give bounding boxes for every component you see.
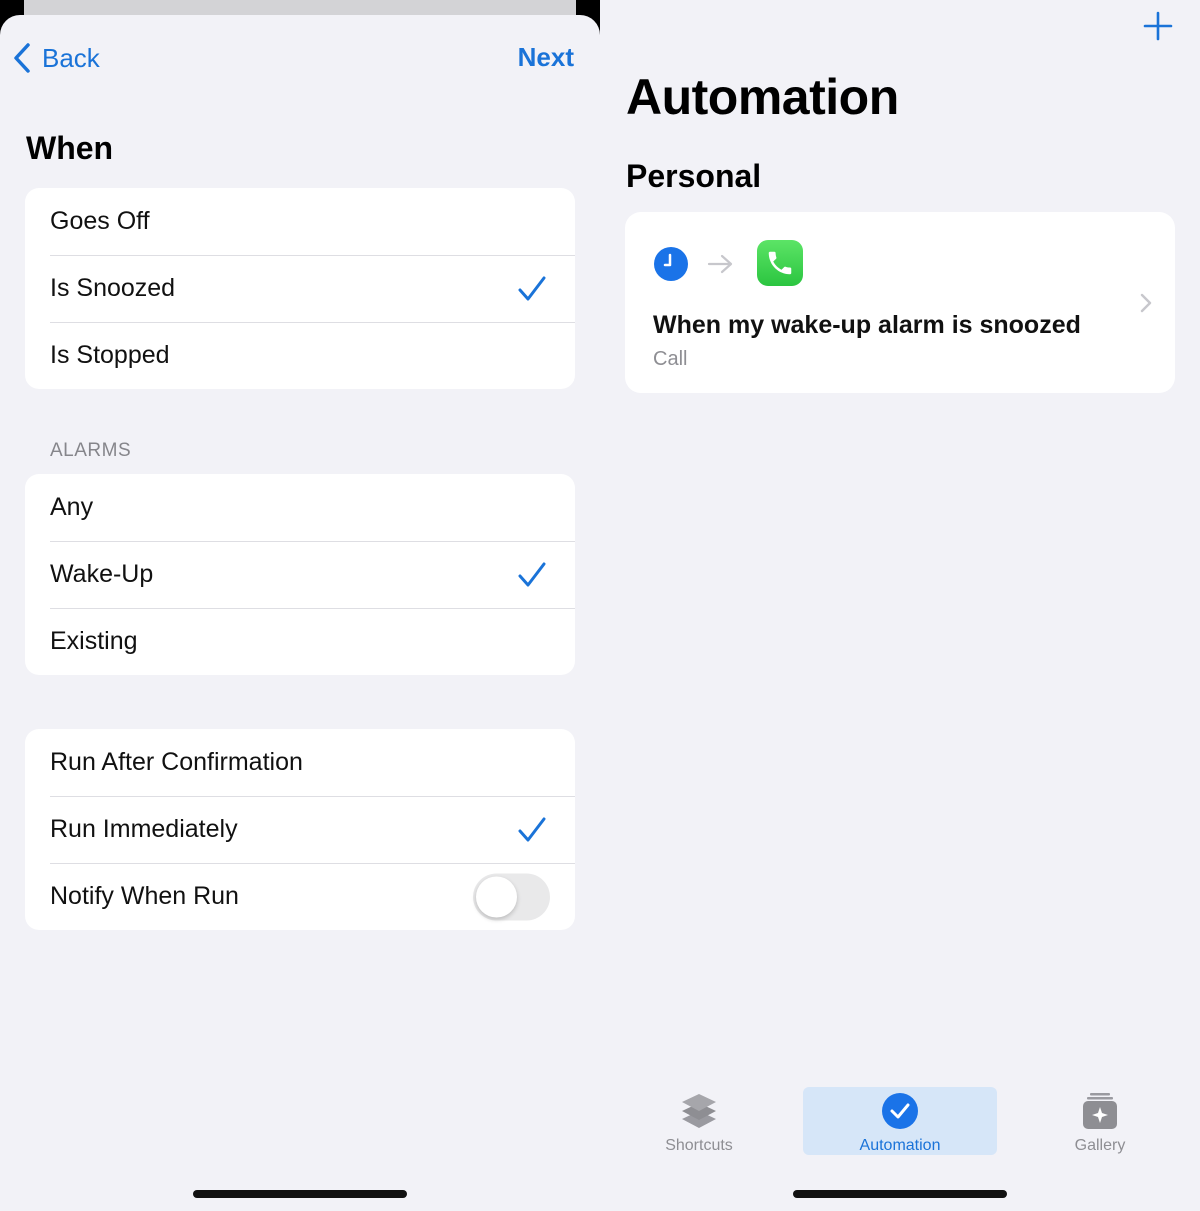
option-label: Existing	[50, 627, 138, 655]
tab-shortcuts[interactable]: Shortcuts	[602, 1087, 796, 1155]
tab-label: Shortcuts	[665, 1137, 733, 1154]
tab-label: Automation	[859, 1137, 941, 1154]
alarms-options-group: Any Wake-Up Existing	[25, 474, 575, 675]
option-any[interactable]: Any	[25, 474, 575, 541]
home-indicator	[793, 1190, 1007, 1198]
option-label: Is Snoozed	[50, 274, 176, 302]
option-run-immediately[interactable]: Run Immediately	[25, 796, 575, 863]
option-run-after-confirmation[interactable]: Run After Confirmation	[25, 729, 575, 796]
option-is-stopped[interactable]: Is Stopped	[25, 322, 575, 389]
personal-section-title: Personal	[626, 158, 762, 194]
option-label: Wake-Up	[50, 560, 154, 588]
option-existing[interactable]: Existing	[25, 608, 575, 675]
option-label: Run After Confirmation	[50, 748, 303, 776]
automation-card-title: When my wake-up alarm is snoozed	[653, 311, 1081, 339]
phone-icon	[757, 240, 803, 286]
back-button[interactable]: Back	[12, 40, 100, 76]
layers-icon	[682, 1094, 716, 1128]
checkmark-circle-icon	[882, 1093, 918, 1129]
option-label: Goes Off	[50, 207, 150, 235]
clock-icon	[654, 247, 688, 281]
tab-automation[interactable]: Automation	[803, 1087, 997, 1155]
automation-card-subtitle: Call	[653, 348, 688, 370]
option-wake-up[interactable]: Wake-Up	[25, 541, 575, 608]
option-goes-off[interactable]: Goes Off	[25, 188, 575, 255]
alarms-section-header: ALARMS	[50, 440, 132, 461]
option-label: Notify When Run	[50, 882, 239, 910]
gallery-icon	[1083, 1093, 1117, 1129]
home-indicator	[193, 1190, 407, 1198]
option-label: Any	[50, 493, 94, 521]
plus-icon[interactable]	[1142, 10, 1174, 42]
checkmark-icon	[518, 562, 546, 586]
automation-card[interactable]: When my wake-up alarm is snoozed Call	[625, 212, 1175, 393]
page-title: Automation	[626, 69, 899, 125]
chevron-left-icon	[14, 43, 30, 73]
toggle-knob	[476, 876, 517, 917]
tab-label: Gallery	[1074, 1137, 1126, 1154]
run-options-group: Run After Confirmation Run Immediately N…	[25, 729, 575, 930]
notify-when-run-toggle[interactable]	[473, 873, 550, 920]
when-section-title: When	[26, 130, 114, 166]
next-button[interactable]: Next	[518, 42, 574, 73]
option-label: Run Immediately	[50, 815, 238, 843]
back-label: Back	[42, 42, 100, 73]
when-options-group: Goes Off Is Snoozed Is Stopped	[25, 188, 575, 389]
notify-when-run-row: Notify When Run	[25, 863, 575, 930]
option-is-snoozed[interactable]: Is Snoozed	[25, 255, 575, 322]
chevron-right-icon	[1140, 293, 1152, 313]
tab-gallery[interactable]: Gallery	[1003, 1087, 1197, 1155]
checkmark-icon	[518, 276, 546, 300]
checkmark-icon	[518, 817, 546, 841]
option-label: Is Stopped	[50, 341, 170, 369]
arrow-right-icon	[707, 254, 733, 274]
